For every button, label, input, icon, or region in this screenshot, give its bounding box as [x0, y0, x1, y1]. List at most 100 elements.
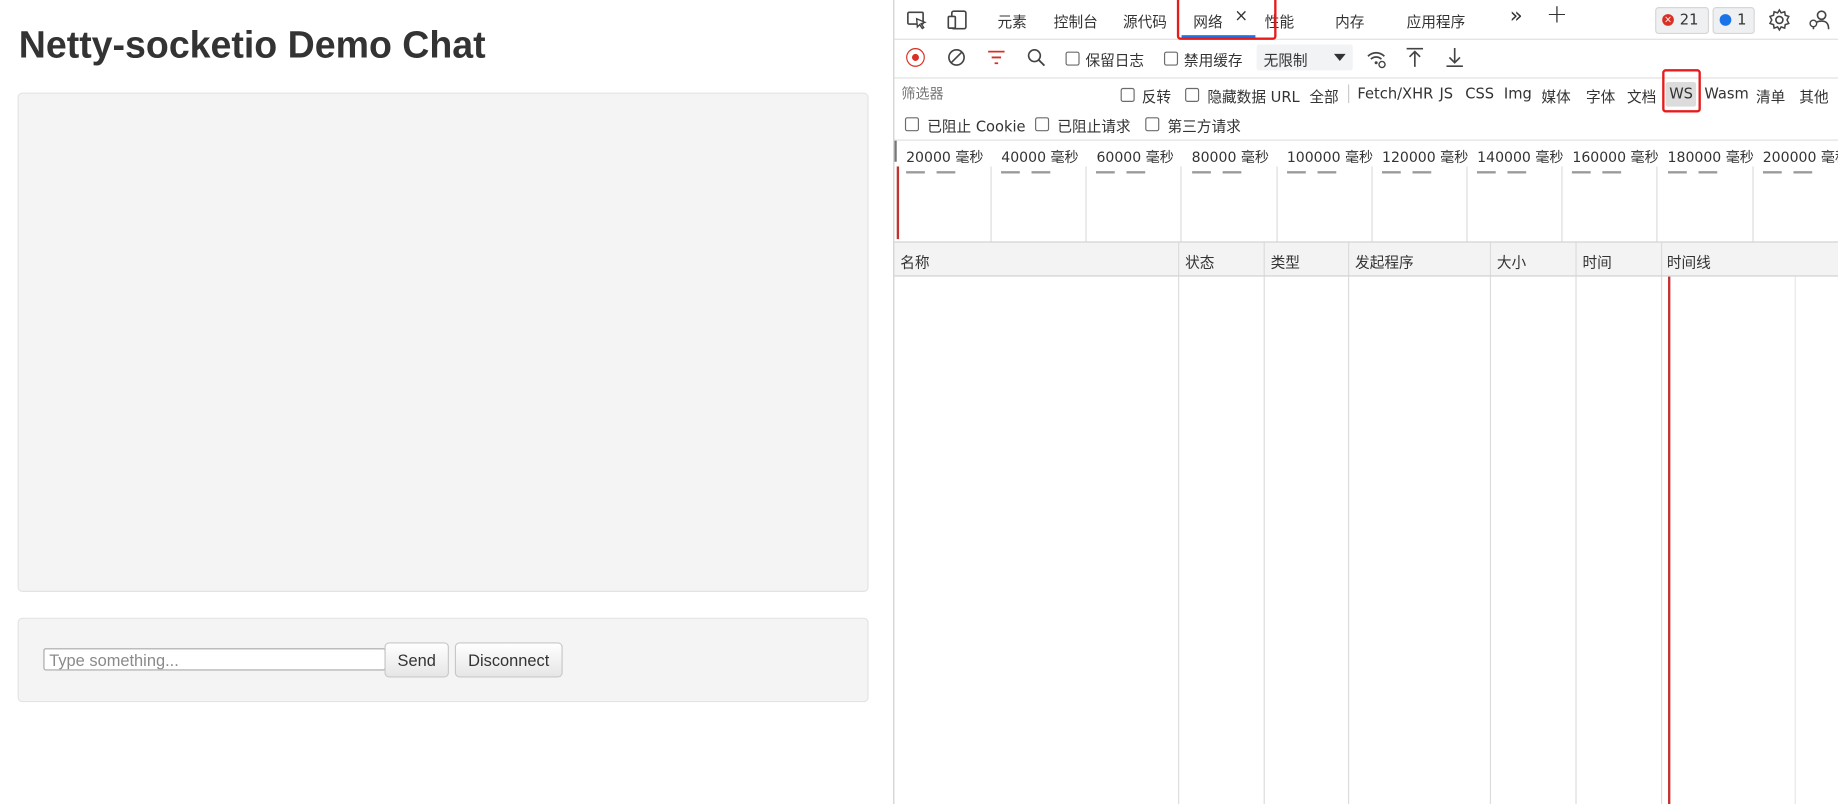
- message-input[interactable]: [43, 648, 386, 671]
- error-badge[interactable]: × 21: [1655, 7, 1710, 34]
- column-size[interactable]: 大小: [1497, 250, 1526, 272]
- tab-application[interactable]: 应用程序: [1407, 9, 1466, 31]
- preserve-log-checkbox[interactable]: [1065, 51, 1080, 66]
- overview-grid-line: [1180, 166, 1183, 242]
- settings-gear-icon[interactable]: [1768, 8, 1791, 32]
- overview-tick-mark: [1382, 171, 1401, 174]
- tab-memory[interactable]: 内存: [1335, 9, 1364, 31]
- filter-input[interactable]: [899, 83, 1104, 105]
- filter-type-css[interactable]: CSS: [1465, 84, 1494, 102]
- filter-type-fetch-xhr[interactable]: Fetch/XHR: [1357, 84, 1433, 102]
- overview-grid-line: [1561, 166, 1563, 242]
- overview-tick-label: 160000 毫秒: [1572, 148, 1659, 166]
- message-count: 1: [1737, 10, 1747, 29]
- overview-tick-mark: [1286, 171, 1306, 174]
- overview-tick-label: 20000 毫秒: [906, 148, 984, 166]
- overview-grid-line: [1276, 166, 1278, 242]
- export-har-icon[interactable]: [1445, 47, 1464, 68]
- third-party-checkbox[interactable]: [1145, 117, 1160, 132]
- overview-tick-label: 200000 毫秒: [1762, 148, 1838, 166]
- disable-cache-checkbox[interactable]: [1163, 51, 1179, 66]
- filter-type-media[interactable]: 媒体: [1541, 84, 1570, 106]
- overview-grid-line: [1466, 166, 1468, 242]
- overview-tick-mark: [1317, 171, 1337, 174]
- tab-console[interactable]: 控制台: [1054, 9, 1098, 31]
- invert-label: 反转: [1141, 87, 1172, 106]
- record-stop-icon[interactable]: [906, 48, 925, 67]
- message-console[interactable]: [17, 92, 869, 592]
- filter-type-all[interactable]: 全部: [1309, 84, 1338, 106]
- chat-page: Netty-socketio Demo Chat Send Disconnect: [0, 0, 894, 804]
- disconnect-button[interactable]: Disconnect: [454, 642, 563, 678]
- tab-sources[interactable]: 源代码: [1123, 9, 1167, 31]
- filter-type-img[interactable]: Img: [1504, 84, 1532, 102]
- network-overview[interactable]: 20000 毫秒 40000 毫秒 60000 毫秒 80000 毫秒 100000 毫…: [894, 140, 1838, 243]
- overview-tick-mark: [1602, 171, 1622, 174]
- message-badge[interactable]: 1: [1712, 7, 1755, 34]
- filter-divider: [1348, 84, 1350, 104]
- filter-type-doc[interactable]: 文档: [1627, 84, 1656, 106]
- column-time[interactable]: 时间: [1582, 250, 1611, 272]
- filter-type-font[interactable]: 字体: [1586, 84, 1615, 106]
- overview-tick-mark: [1667, 171, 1687, 174]
- hide-data-url-label: 隐藏数据 URL: [1207, 87, 1300, 106]
- overview-grid-line: [1085, 166, 1087, 242]
- tab-elements[interactable]: 元素: [998, 9, 1027, 31]
- disable-cache-label: 禁用缓存: [1183, 51, 1243, 70]
- hide-data-url-checkbox[interactable]: [1185, 87, 1200, 102]
- request-table-body[interactable]: [894, 276, 1838, 804]
- invert-checkbox[interactable]: [1120, 87, 1135, 102]
- device-toolbar-icon[interactable]: [947, 9, 968, 30]
- filter-type-wasm[interactable]: Wasm: [1704, 84, 1748, 102]
- page-title: Netty-socketio Demo Chat: [18, 23, 486, 66]
- filter-bar-secondary: 已阻止 Cookie 已阻止请求 第三方请求: [894, 111, 1838, 141]
- overview-tick-label: 60000 毫秒: [1096, 148, 1174, 166]
- overview-grid-line: [1371, 166, 1373, 242]
- filter-icon[interactable]: [987, 49, 1006, 65]
- add-tab-icon[interactable]: +: [1546, 0, 1568, 29]
- column-status[interactable]: 状态: [1185, 250, 1214, 272]
- third-party-label: 第三方请求: [1167, 117, 1241, 135]
- column-waterfall[interactable]: 时间线: [1667, 250, 1711, 272]
- clear-icon[interactable]: [947, 48, 966, 67]
- overview-tick-label: 80000 毫秒: [1191, 148, 1270, 166]
- overview-tick-label: 180000 毫秒: [1667, 148, 1754, 166]
- filter-type-other[interactable]: 其他: [1799, 84, 1828, 106]
- overview-tick-mark: [1698, 171, 1717, 174]
- overview-tick-mark: [1222, 171, 1241, 174]
- send-button[interactable]: Send: [384, 642, 449, 678]
- overview-tick-mark: [936, 171, 956, 174]
- inspect-element-icon[interactable]: [906, 9, 927, 30]
- preserve-log-label: 保留日志: [1085, 51, 1145, 70]
- blocked-requests-checkbox[interactable]: [1035, 117, 1050, 132]
- throttle-select[interactable]: 无限制: [1256, 44, 1353, 71]
- customize-devtools-icon[interactable]: [1808, 8, 1831, 31]
- throttle-value: 无限制: [1263, 51, 1308, 70]
- column-initiator[interactable]: 发起程序: [1355, 250, 1414, 272]
- search-icon[interactable]: [1027, 48, 1046, 67]
- column-name[interactable]: 名称: [900, 250, 929, 272]
- request-table-header: 名称 状态 类型 发起程序 大小 时间 时间线: [894, 242, 1838, 277]
- overview-tick-mark: [1793, 171, 1812, 174]
- overview-tick-mark: [1572, 171, 1592, 174]
- overview-tick-mark: [1412, 171, 1432, 174]
- devtools-tab-bar: 元素 控制台 源代码 网络 × 性能 内存 应用程序 » + × 21 1: [894, 0, 1838, 40]
- overview-grid-line: [1656, 166, 1658, 242]
- blocked-cookies-checkbox[interactable]: [904, 117, 919, 132]
- overview-tick-mark: [1126, 171, 1146, 174]
- overview-tick-mark: [1477, 171, 1496, 174]
- import-har-icon[interactable]: [1405, 47, 1424, 68]
- network-conditions-icon[interactable]: [1366, 48, 1387, 69]
- overview-grid-line: [990, 166, 992, 242]
- overview-tick-label: 120000 毫秒: [1382, 148, 1469, 166]
- highlight-network-tab: [1176, 0, 1277, 40]
- overview-tick-mark: [1096, 171, 1116, 174]
- overview-tick-mark: [1762, 171, 1782, 174]
- column-type[interactable]: 类型: [1271, 250, 1300, 272]
- overview-tick-mark: [1031, 171, 1051, 174]
- filter-type-js[interactable]: JS: [1439, 84, 1453, 102]
- overview-tick-label: 100000 毫秒: [1286, 148, 1374, 166]
- more-tabs-icon[interactable]: »: [1510, 4, 1523, 29]
- error-icon: ×: [1662, 14, 1674, 26]
- filter-type-manifest[interactable]: 清单: [1756, 84, 1785, 106]
